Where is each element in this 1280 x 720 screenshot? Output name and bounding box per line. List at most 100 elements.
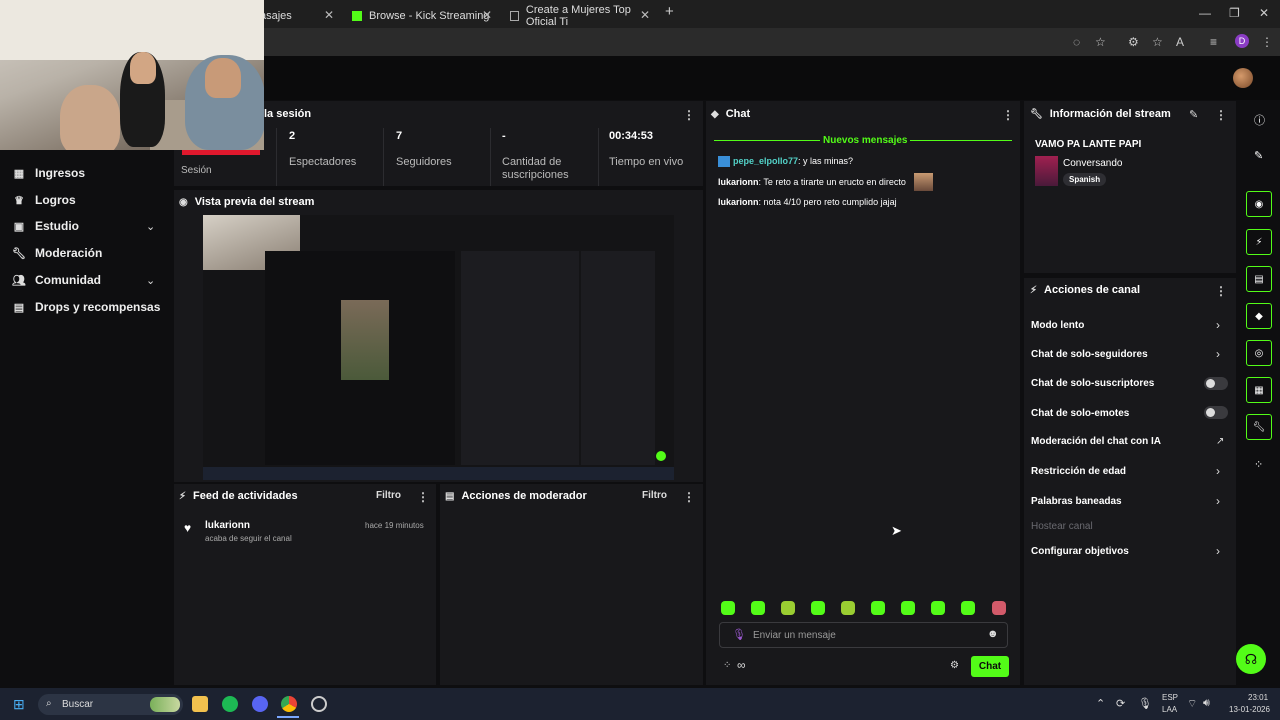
keyboard-language[interactable]: ESP [1162,693,1178,702]
action-slow-mode[interactable]: Modo lento [1031,320,1084,331]
action-configure-goals[interactable]: Configurar objetivos [1031,546,1129,557]
chat-username[interactable]: pepe_elpollo77 [733,156,798,166]
sidebar-item-drops[interactable]: ▤ Drops y recompensas [12,300,161,314]
stream-preview-video[interactable] [203,215,674,480]
chrome-icon[interactable] [281,696,297,712]
emote-2[interactable] [751,601,765,615]
user-avatar[interactable] [1233,68,1253,88]
more-vertical-icon[interactable]: ⋮ [1215,108,1227,122]
infinity-icon[interactable]: ∞ [737,658,746,672]
emote-7[interactable] [901,601,915,615]
sync-icon[interactable]: ⟳ [1116,697,1125,710]
users-icon[interactable]: ⁘ [1254,458,1263,471]
sidebar-item-moderacion[interactable]: 🔧︎ Moderación [12,246,102,260]
new-tab-icon[interactable]: + [665,3,674,20]
file-explorer-icon[interactable] [192,696,208,712]
subscribers-only-toggle[interactable] [1204,377,1228,390]
windows-start-icon[interactable]: ⊞ [13,696,25,713]
activity-filter-button[interactable]: Filtro [376,490,401,501]
settings-icon[interactable]: ⚙ [950,660,959,671]
rail-lightning-button[interactable]: ⚡︎ [1246,229,1272,255]
close-window-icon[interactable]: ✕ [1259,6,1269,20]
action-banned-words[interactable]: Palabras baneadas [1031,496,1122,507]
microphone-icon[interactable]: 🎙︎ [732,628,746,641]
wifi-icon[interactable]: ⌔ [1187,697,1197,711]
chevron-down-icon[interactable]: ⌄ [146,274,155,287]
emote-1[interactable] [721,601,735,615]
extension-icon[interactable]: ⚙ [1128,35,1139,49]
action-ai-moderation[interactable]: Moderación del chat con IA [1031,436,1161,447]
rail-layout-button[interactable]: ▦ [1246,377,1272,403]
external-link-icon[interactable]: ↗ [1216,436,1224,447]
new-messages-label[interactable]: Nuevos mensajes [823,135,908,146]
emote-3[interactable] [781,601,795,615]
rail-chat-button[interactable]: ◆ [1246,303,1272,329]
emote-5[interactable] [841,601,855,615]
more-vertical-icon[interactable]: ⋮ [1002,108,1014,122]
emoji-icon[interactable]: ☻ [987,628,999,640]
mod-filter-button[interactable]: Filtro [642,490,667,501]
emote-6[interactable] [871,601,885,615]
chevron-right-icon[interactable]: › [1216,544,1220,558]
activity-user[interactable]: lukarionn [205,520,250,531]
sidebar-item-comunidad[interactable]: 👥︎ Comunidad [12,273,101,287]
more-vertical-icon[interactable]: ⋮ [1261,35,1273,49]
edit-pencil-icon[interactable]: ✎ [1254,149,1263,162]
rail-camera-button[interactable]: ◉ [1246,191,1272,217]
sidebar-item-estudio[interactable]: ▣ Estudio [12,219,79,233]
emote-10[interactable] [992,601,1006,615]
keyboard-layout[interactable]: LAA [1162,705,1177,714]
support-headset-button[interactable]: ☊ [1236,644,1266,674]
sidebar-item-ingresos[interactable]: ▦ Ingresos [12,166,85,180]
emote-4[interactable] [811,601,825,615]
action-followers-only[interactable]: Chat de solo-seguidores [1031,349,1148,360]
more-vertical-icon[interactable]: ⋮ [683,108,695,122]
maximize-icon[interactable]: ❐ [1229,6,1240,20]
sidebar-item-logros[interactable]: ♛ Logros [12,193,76,207]
menu-lines-icon[interactable]: ≡ [1210,35,1217,49]
chat-send-button[interactable]: Chat [971,656,1009,677]
rail-broadcast-button[interactable]: ◎ [1246,340,1272,366]
chevron-right-icon[interactable]: › [1216,494,1220,508]
rail-clipboard-button[interactable]: ▤ [1246,266,1272,292]
chat-username[interactable]: lukarionn [718,177,759,187]
tab-messages[interactable]: asajes ✕ [252,4,340,28]
chat-username[interactable]: lukarionn [718,197,759,207]
chevron-right-icon[interactable]: › [1216,464,1220,478]
users-icon[interactable]: ⁘ [723,660,731,671]
taskbar-search[interactable]: ⌕ Buscar [38,694,183,715]
obs-icon[interactable] [311,696,327,712]
volume-icon[interactable]: 🔊︎ [1203,697,1210,710]
emote-9[interactable] [961,601,975,615]
action-age-restriction[interactable]: Restricción de edad [1031,466,1126,477]
chat-input[interactable]: 🎙︎ Enviar un mensaje ☻ [719,622,1008,648]
emote-8[interactable] [931,601,945,615]
more-vertical-icon[interactable]: ⋮ [683,490,695,504]
tab-kick-browse[interactable]: Browse - Kick Streaming ✕ [344,4,498,28]
tab-create[interactable]: Create a Mujeres Top Oficial Ti ✕ [502,4,656,28]
chevron-right-icon[interactable]: › [1216,318,1220,332]
favorites-icon[interactable]: ☆ [1152,35,1163,49]
close-icon[interactable]: ✕ [640,8,650,22]
close-icon[interactable]: ✕ [482,8,492,22]
microphone-icon[interactable]: 🎙︎ [1138,697,1152,710]
more-vertical-icon[interactable]: ⋮ [417,490,429,504]
chevron-right-icon[interactable]: › [1216,347,1220,361]
spotify-icon[interactable] [222,696,238,712]
eye-off-icon[interactable]: ◌ [1073,35,1080,49]
clock-time[interactable]: 23:01 [1248,693,1268,702]
info-icon[interactable]: ⓘ [1254,112,1265,128]
minimize-icon[interactable]: — [1199,6,1211,20]
rail-wrench-button[interactable]: 🔧︎ [1246,414,1272,440]
discord-icon[interactable] [252,696,268,712]
chevron-up-icon[interactable]: ⌃ [1096,697,1105,710]
chevron-down-icon[interactable]: ⌄ [146,220,155,233]
emotes-only-toggle[interactable] [1204,406,1228,419]
translate-icon[interactable]: A [1176,35,1184,49]
edit-pencil-icon[interactable]: ✎ [1189,108,1198,121]
bookmark-star-icon[interactable]: ☆ [1095,35,1106,49]
profile-avatar[interactable]: D [1235,34,1249,48]
more-vertical-icon[interactable]: ⋮ [1215,284,1227,298]
clock-date[interactable]: 13-01-2026 [1229,705,1270,714]
close-icon[interactable]: ✕ [324,8,334,22]
